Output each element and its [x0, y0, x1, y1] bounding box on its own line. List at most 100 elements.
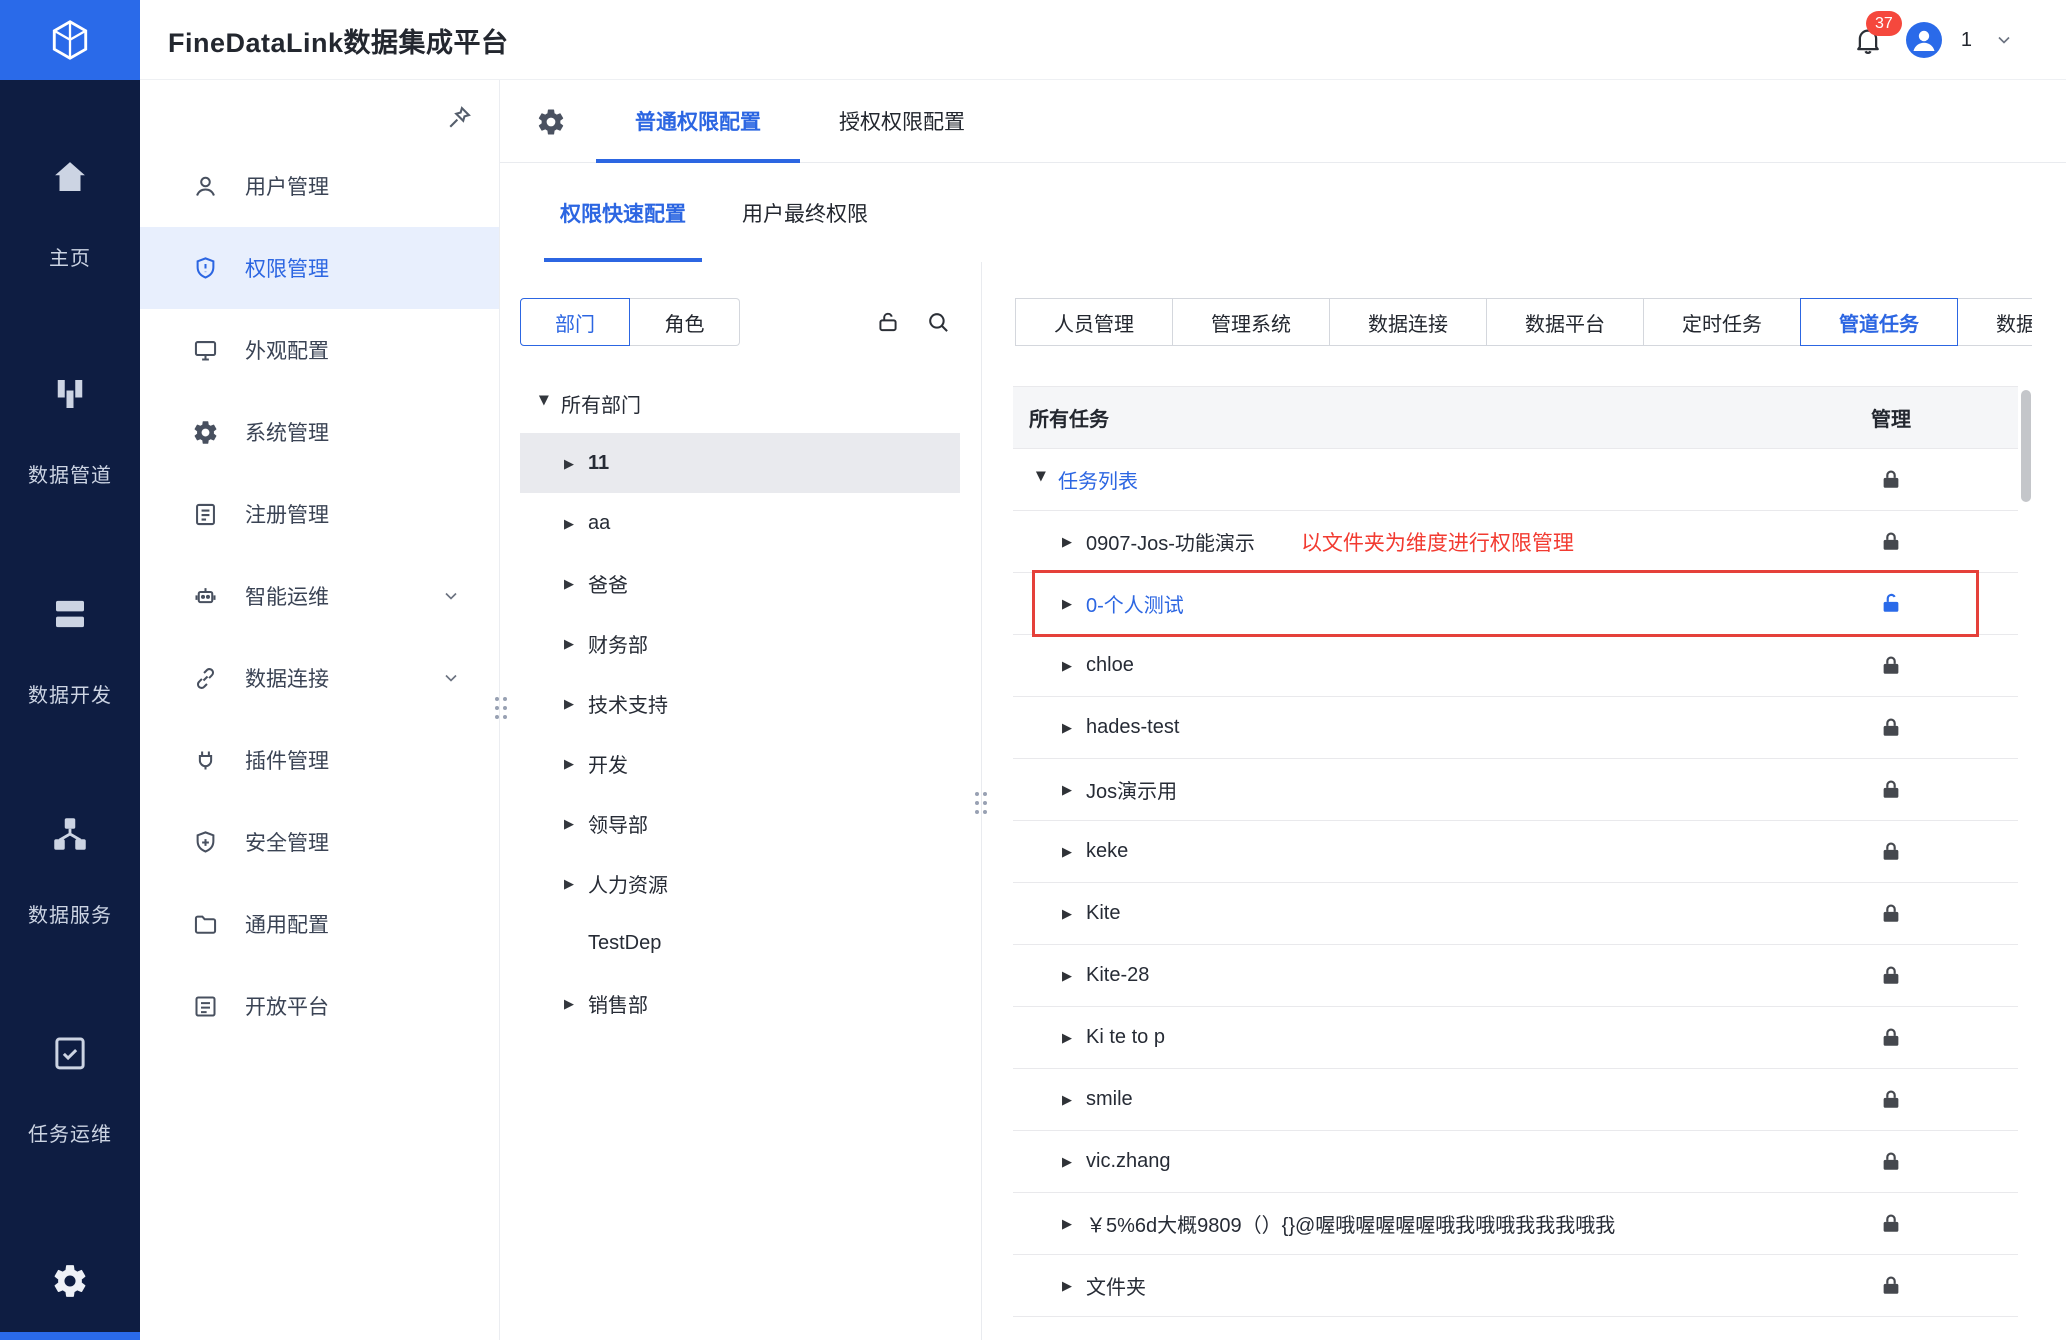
expand-arrow-icon[interactable]: ▶	[1062, 1279, 1078, 1292]
task-row[interactable]: ▶ 文件夹	[1013, 1255, 2018, 1317]
notifications-button[interactable]: 37	[1853, 24, 1883, 56]
lock-icon[interactable]	[1878, 1211, 1904, 1237]
menu-item-appearance-config[interactable]: 外观配置	[140, 309, 499, 391]
task-tab-data-service[interactable]: 数据服务	[1957, 298, 2032, 346]
toggle-role[interactable]: 角色	[630, 298, 740, 346]
menu-item-general-config[interactable]: 通用配置	[140, 883, 499, 965]
menu-item-security-management[interactable]: 安全管理	[140, 801, 499, 883]
tree-item[interactable]: ▶开发	[520, 733, 960, 793]
lock-icon[interactable]	[1878, 1149, 1904, 1175]
expand-arrow-icon[interactable]: ▶	[1062, 783, 1078, 796]
menu-item-system-management[interactable]: 系统管理	[140, 391, 499, 473]
lock-icon[interactable]	[1878, 1087, 1904, 1113]
expand-arrow-icon[interactable]: ▶	[1062, 659, 1078, 672]
expand-arrow-icon[interactable]: ▶	[1062, 1155, 1078, 1168]
chevron-down-icon[interactable]	[1994, 30, 2014, 50]
expand-arrow-icon[interactable]: ▶	[564, 757, 580, 770]
expand-arrow-icon[interactable]: ▶	[1062, 845, 1078, 858]
menu-item-open-platform[interactable]: 开放平台	[140, 965, 499, 1047]
task-row[interactable]: ▶ ￥5%6d大概9809（）{}@喔哦喔喔喔喔哦我哦哦我我我哦我	[1013, 1193, 2018, 1255]
task-row[interactable]: ▶ Jos演示用	[1013, 759, 2018, 821]
nav-item-home[interactable]: 主页	[0, 156, 140, 271]
nav-item-data-service[interactable]: 数据服务	[0, 813, 140, 928]
nav-item-task-ops[interactable]: 任务运维	[0, 1032, 140, 1147]
expand-arrow-icon[interactable]: ▶	[1062, 535, 1078, 548]
menu-item-plugin-management[interactable]: 插件管理	[140, 719, 499, 801]
expand-arrow-icon[interactable]: ▶	[1036, 472, 1049, 488]
expand-arrow-icon[interactable]: ▶	[564, 997, 580, 1010]
tree-item[interactable]: ▶11	[520, 433, 960, 493]
task-row[interactable]: ▶ vic.zhang	[1013, 1131, 2018, 1193]
menu-item-user-management[interactable]: 用户管理	[140, 145, 499, 227]
expand-arrow-icon[interactable]: ▶	[564, 577, 580, 590]
settings-gear-button[interactable]	[51, 1262, 89, 1300]
task-row[interactable]: ▶ smile	[1013, 1069, 2018, 1131]
tree-item[interactable]: TestDep	[520, 913, 960, 973]
task-tab-data-connection[interactable]: 数据连接	[1329, 298, 1487, 346]
lock-icon[interactable]	[1878, 1025, 1904, 1051]
expand-arrow-icon[interactable]: ▶	[1062, 1217, 1078, 1230]
tab-normal-permission-config[interactable]: 普通权限配置	[596, 80, 800, 162]
pin-icon[interactable]	[445, 104, 473, 132]
tree-item[interactable]: ▶aa	[520, 493, 960, 553]
nav-item-data-pipeline[interactable]: 数据管道	[0, 373, 140, 488]
resize-handle-tree[interactable]	[975, 792, 989, 816]
task-row[interactable]: ▶ Ki te to p	[1013, 1007, 2018, 1069]
expand-arrow-icon[interactable]: ▶	[564, 697, 580, 710]
task-tab-data-platform[interactable]: 数据平台	[1486, 298, 1644, 346]
tab-authorized-permission-config[interactable]: 授权权限配置	[800, 80, 1004, 162]
menu-item-intelligent-ops[interactable]: 智能运维	[140, 555, 499, 637]
lock-icon[interactable]	[1878, 529, 1904, 555]
task-tab-scheduled-task[interactable]: 定时任务	[1643, 298, 1801, 346]
task-row-highlighted[interactable]: ▶ 0-个人测试	[1013, 573, 2018, 635]
task-row[interactable]: ▶ chloe	[1013, 635, 2018, 697]
expand-arrow-icon[interactable]: ▶	[564, 457, 580, 470]
tree-item[interactable]: ▶技术支持	[520, 673, 960, 733]
expand-arrow-icon[interactable]: ▶	[1062, 1031, 1078, 1044]
task-row[interactable]: ▶ keke	[1013, 821, 2018, 883]
task-tab-pipeline-task[interactable]: 管道任务	[1800, 298, 1958, 346]
lock-icon[interactable]	[1878, 715, 1904, 741]
task-row[interactable]: ▶ hades-test	[1013, 697, 2018, 759]
tab-quick-permission-config[interactable]: 权限快速配置	[544, 163, 702, 262]
expand-arrow-icon[interactable]: ▶	[1062, 597, 1078, 610]
tree-item[interactable]: ▶人力资源	[520, 853, 960, 913]
expand-arrow-icon[interactable]: ▶	[1062, 721, 1078, 734]
expand-arrow-icon[interactable]: ▶	[1062, 907, 1078, 920]
tab-user-final-permission[interactable]: 用户最终权限	[726, 163, 884, 262]
task-tab-admin-system[interactable]: 管理系统	[1172, 298, 1330, 346]
menu-item-registration-management[interactable]: 注册管理	[140, 473, 499, 555]
app-logo[interactable]	[0, 0, 140, 80]
expand-arrow-icon[interactable]: ▶	[564, 877, 580, 890]
menu-item-data-connection[interactable]: 数据连接	[140, 637, 499, 719]
lock-icon[interactable]	[1878, 963, 1904, 989]
user-avatar[interactable]	[1905, 21, 1943, 59]
task-tab-personnel[interactable]: 人员管理	[1015, 298, 1173, 346]
task-row[interactable]: ▶ Kite	[1013, 883, 2018, 945]
tree-item[interactable]: ▶销售部	[520, 973, 960, 1033]
expand-arrow-icon[interactable]: ▶	[1062, 1093, 1078, 1106]
lock-icon[interactable]	[1878, 1273, 1904, 1299]
task-row[interactable]: ▶ 0907-Jos-功能演示 以文件夹为维度进行权限管理	[1013, 511, 2018, 573]
task-row[interactable]: ▶ 任务列表	[1013, 449, 2018, 511]
scrollbar-thumb[interactable]	[2021, 390, 2031, 502]
lock-icon[interactable]	[1878, 777, 1904, 803]
lock-icon[interactable]	[1878, 839, 1904, 865]
expand-arrow-icon[interactable]: ▶	[539, 395, 552, 411]
expand-arrow-icon[interactable]: ▶	[1062, 969, 1078, 982]
expand-arrow-icon[interactable]: ▶	[564, 637, 580, 650]
lock-icon[interactable]	[1878, 901, 1904, 927]
lock-icon[interactable]	[1878, 653, 1904, 679]
lock-icon[interactable]	[1878, 467, 1904, 493]
tree-item[interactable]: ▶爸爸	[520, 553, 960, 613]
nav-item-data-dev[interactable]: 数据开发	[0, 593, 140, 708]
resize-handle-sidebar[interactable]	[495, 697, 509, 721]
task-row[interactable]: ▶ Kite-28	[1013, 945, 2018, 1007]
tree-item[interactable]: ▶财务部	[520, 613, 960, 673]
search-icon[interactable]	[925, 309, 951, 335]
unlock-icon[interactable]	[1878, 591, 1904, 617]
expand-arrow-icon[interactable]: ▶	[564, 517, 580, 530]
tree-root[interactable]: ▶所有部门	[520, 373, 960, 433]
menu-item-permission-management[interactable]: 权限管理	[140, 227, 499, 309]
permission-settings-gear-icon[interactable]	[536, 107, 566, 137]
